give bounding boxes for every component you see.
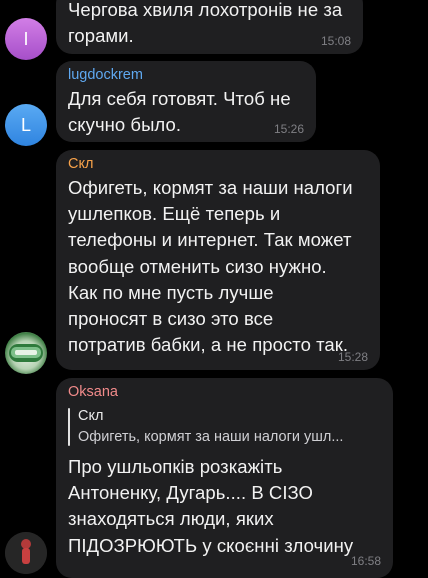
avatar-letter: L [20, 114, 31, 135]
reply-text: Офигеть, кормят за наши налоги ушл... [78, 429, 344, 445]
message-text: Для себя готовят. Чтоб не скучно было. [68, 88, 291, 136]
message-bubble[interactable]: Oksana Скл Офигеть, кормят за наши налог… [56, 378, 393, 578]
message-time: 15:08 [320, 34, 351, 48]
avatar[interactable] [5, 532, 47, 574]
avatar-letter: I [23, 28, 29, 49]
message-time: 15:26 [273, 122, 304, 136]
message-bubble[interactable]: lugdockrem Для себя готовят. Чтоб не ску… [56, 61, 316, 142]
avatar[interactable]: I [5, 18, 47, 60]
message-text: Офигеть, кормят за наши налоги ушлепков.… [68, 177, 353, 356]
message-text: Чергова хвиля лохотронів не за горами. [68, 0, 343, 47]
message-bubble[interactable]: Скл Офигеть, кормят за наши налоги ушлеп… [56, 150, 380, 370]
sticker-avatar-icon [9, 344, 43, 362]
reply-sender: Скл [78, 408, 104, 424]
sender-name[interactable]: Oksana [68, 384, 118, 400]
reply-bar [68, 408, 70, 446]
avatar[interactable]: L [5, 104, 47, 146]
reply-quote[interactable]: Скл Офигеть, кормят за наши налоги ушл..… [68, 406, 368, 448]
message-time: 15:28 [337, 350, 368, 364]
sender-name[interactable]: lugdockrem [68, 67, 143, 83]
message-bubble[interactable]: Чергова хвиля лохотронів не за горами. 1… [56, 0, 363, 54]
message-text: Про ушльопків розкажіть Антоненку, Дугар… [68, 456, 354, 556]
photo-avatar-icon [5, 532, 47, 574]
avatar[interactable] [5, 332, 47, 374]
sender-name[interactable]: Скл [68, 156, 93, 172]
